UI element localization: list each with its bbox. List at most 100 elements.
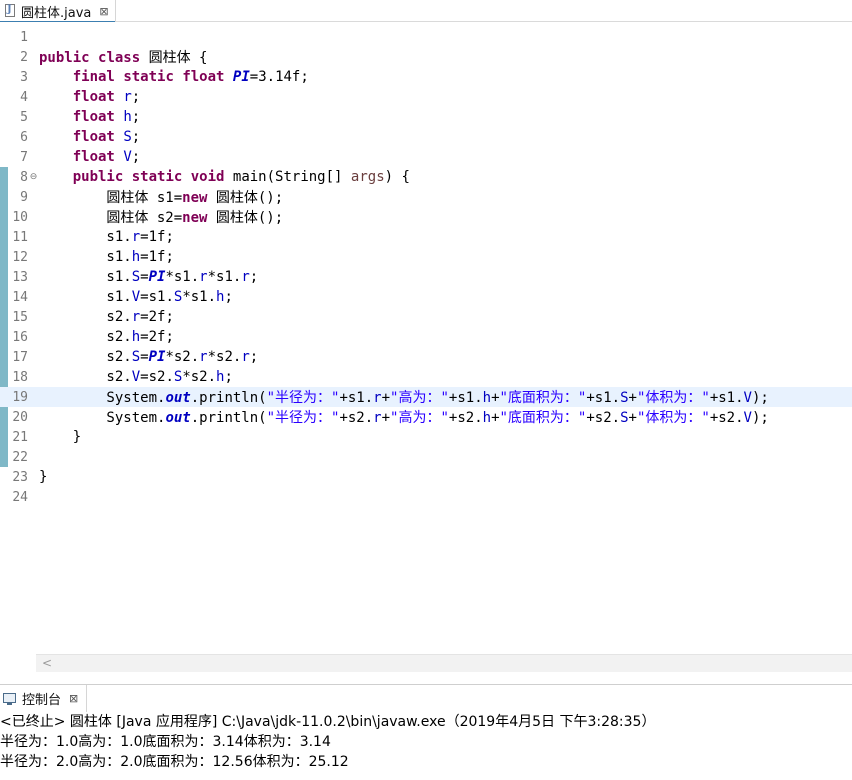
code-line[interactable]: 22	[0, 447, 852, 467]
code-text: System.out.println("半径为："+s2.r+"高为："+s2.…	[39, 407, 768, 427]
editor-tab-title: 圆柱体.java	[21, 5, 92, 21]
code-line[interactable]: 1	[0, 27, 852, 47]
code-token: ;	[249, 269, 259, 285]
code-token: h	[131, 249, 141, 265]
code-token: =	[140, 269, 149, 285]
code-token: class	[98, 50, 141, 66]
code-line[interactable]: 8 ⊖ public static void main(String[] args…	[0, 167, 852, 187]
code-token: System.	[39, 390, 166, 406]
code-token: h	[131, 329, 141, 345]
code-line[interactable]: 18 s2.V=s2.S*s2.h;	[0, 367, 852, 387]
code-token: +	[381, 410, 391, 426]
code-token: =2f;	[140, 329, 174, 345]
code-token: S	[620, 390, 629, 406]
scroll-left-arrow-icon[interactable]: <	[42, 656, 52, 670]
line-number: 10	[12, 209, 28, 225]
line-number: 1	[20, 29, 28, 45]
code-text: final static float PI=3.14f;	[39, 69, 309, 85]
code-line-current[interactable]: 19 System.out.println("半径为："+s1.r+"高为："+…	[0, 387, 852, 407]
code-text: float S;	[39, 129, 140, 145]
code-line[interactable]: 24	[0, 487, 852, 507]
code-token: S	[131, 349, 141, 365]
code-token: "高为："	[390, 390, 449, 406]
code-token: "底面积为："	[499, 410, 587, 426]
code-token: r	[123, 89, 132, 105]
code-token: "半径为："	[266, 390, 340, 406]
code-line[interactable]: 3 final static float PI=3.14f;	[0, 67, 852, 87]
code-token: =1f;	[140, 249, 174, 265]
code-line[interactable]: 10 圆柱体 s2=new 圆柱体();	[0, 207, 852, 227]
line-number: 2	[20, 49, 28, 65]
code-line[interactable]: 15 s2.r=2f;	[0, 307, 852, 327]
console-output-line: 半径为：1.0高为：1.0底面积为：3.14体积为：3.14	[0, 734, 331, 750]
code-token: =2f;	[140, 309, 174, 325]
code-token: 圆柱体 s2=	[39, 210, 183, 226]
code-token: s2.	[39, 309, 132, 325]
console-output-line: 半径为：2.0高为：2.0底面积为：12.56体积为：25.12	[0, 754, 349, 770]
code-line[interactable]: 7 float V;	[0, 147, 852, 167]
code-token: +s2.	[586, 410, 621, 426]
code-line[interactable]: 13 s1.S=PI*s1.r*s1.r;	[0, 267, 852, 287]
code-token: V	[123, 149, 132, 165]
code-line[interactable]: 12 s1.h=1f;	[0, 247, 852, 267]
code-text: 圆柱体 s1=new 圆柱体();	[39, 187, 283, 207]
code-text: float r;	[39, 89, 140, 105]
horizontal-scrollbar[interactable]: <	[36, 654, 852, 672]
code-token: "底面积为："	[499, 390, 587, 406]
fold-collapse-icon[interactable]: ⊖	[28, 172, 39, 182]
code-token: +	[628, 390, 637, 406]
code-token: V	[743, 390, 752, 406]
code-line[interactable]: 23}	[0, 467, 852, 487]
code-token: void	[190, 169, 225, 185]
code-line[interactable]: 9 圆柱体 s1=new 圆柱体();	[0, 187, 852, 207]
line-number: 15	[12, 309, 28, 325]
editor-tab-java-file[interactable]: J 圆柱体.java ⊠	[0, 0, 116, 23]
code-token: r	[131, 309, 141, 325]
code-token: public	[39, 50, 90, 66]
code-token: public	[72, 169, 124, 185]
code-text: s2.S=PI*s2.r*s2.r;	[39, 349, 258, 365]
code-token: r	[241, 269, 250, 285]
code-line[interactable]: 17 s2.S=PI*s2.r*s2.r;	[0, 347, 852, 367]
code-token: PI	[232, 69, 250, 85]
line-number: 12	[12, 249, 28, 265]
code-token: ;	[224, 369, 233, 385]
console-tab[interactable]: 控制台 ⊠	[0, 685, 88, 712]
code-editor[interactable]: 1 2 public class 圆柱体 {3 final static float…	[0, 22, 852, 654]
code-line[interactable]: 20 System.out.println("半径为："+s2.r+"高为："+…	[0, 407, 852, 427]
code-token: PI	[148, 349, 166, 365]
editor-tab-bar: J 圆柱体.java ⊠	[0, 0, 852, 23]
code-line[interactable]: 14 s1.V=s1.S*s1.h;	[0, 287, 852, 307]
line-number: 7	[20, 149, 28, 165]
code-line[interactable]: 6 float S;	[0, 127, 852, 147]
code-token: s1.	[39, 269, 132, 285]
console-output[interactable]: <已终止> 圆柱体 [Java 应用程序] C:\Java\jdk-11.0.2…	[0, 712, 852, 780]
code-line[interactable]: 2 public class 圆柱体 {	[0, 47, 852, 67]
code-token: +s1.	[448, 390, 483, 406]
code-token: out	[165, 390, 191, 406]
close-icon[interactable]: ⊠	[69, 692, 78, 705]
line-number: 17	[12, 349, 28, 365]
code-line[interactable]: 11 s1.r=1f;	[0, 227, 852, 247]
code-line[interactable]: 4 float r;	[0, 87, 852, 107]
line-number: 18	[12, 369, 28, 385]
code-line[interactable]: 21 }	[0, 427, 852, 447]
code-token: V	[131, 369, 141, 385]
code-token: float	[182, 69, 225, 85]
code-text: System.out.println("半径为："+s1.r+"高为："+s1.…	[39, 387, 768, 407]
code-line[interactable]: 16 s2.h=2f;	[0, 327, 852, 347]
code-token: *s2.	[182, 369, 217, 385]
code-token: out	[165, 410, 191, 426]
code-token: V	[131, 289, 141, 305]
code-token: +s1.	[586, 390, 621, 406]
close-icon[interactable]: ⊠	[99, 5, 108, 18]
code-line[interactable]: 5 float h;	[0, 107, 852, 127]
code-text: public class 圆柱体 {	[39, 47, 207, 67]
line-number: 11	[12, 229, 28, 245]
code-lines[interactable]: 1 2 public class 圆柱体 {3 final static float…	[0, 27, 852, 507]
console-tab-bar: 控制台 ⊠	[0, 684, 852, 712]
